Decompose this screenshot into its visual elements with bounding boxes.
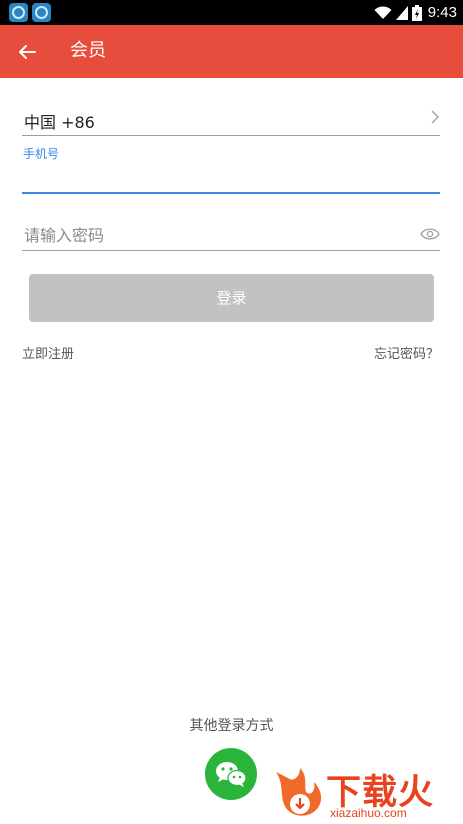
toolbar: 会员 xyxy=(0,25,463,78)
country-code-label: 中国 +86 xyxy=(24,113,95,132)
app-notification-icon xyxy=(9,3,28,22)
watermark-logo: 下载火 xiazaihuo.com xyxy=(270,764,460,824)
app-notification-icon xyxy=(32,3,51,22)
eye-icon[interactable] xyxy=(420,227,440,241)
status-bar: 9:43 xyxy=(0,0,463,25)
country-code-selector[interactable]: 中国 +86 xyxy=(22,104,440,136)
forgot-password-link[interactable]: 忘记密码？ xyxy=(374,343,439,362)
wechat-login-button[interactable] xyxy=(205,748,257,800)
battery-icon xyxy=(411,4,422,21)
chevron-right-icon xyxy=(431,110,439,124)
status-time: 9:43 xyxy=(427,4,457,21)
login-button[interactable]: 登录 xyxy=(29,274,434,322)
page-title: 会员 xyxy=(70,40,106,61)
phone-field-label: 手机号 xyxy=(23,147,60,161)
password-row xyxy=(22,220,440,251)
wechat-icon xyxy=(216,762,247,787)
watermark-subtitle: xiazaihuo.com xyxy=(330,806,407,820)
arrow-left-icon[interactable] xyxy=(14,39,40,65)
password-input[interactable] xyxy=(22,220,412,250)
register-link[interactable]: 立即注册 xyxy=(22,343,74,362)
flame-logo-icon xyxy=(276,768,322,816)
other-login-label: 其他登录方式 xyxy=(189,718,274,734)
wifi-icon xyxy=(374,5,392,19)
phone-input[interactable] xyxy=(22,162,440,194)
signal-icon xyxy=(395,5,408,20)
